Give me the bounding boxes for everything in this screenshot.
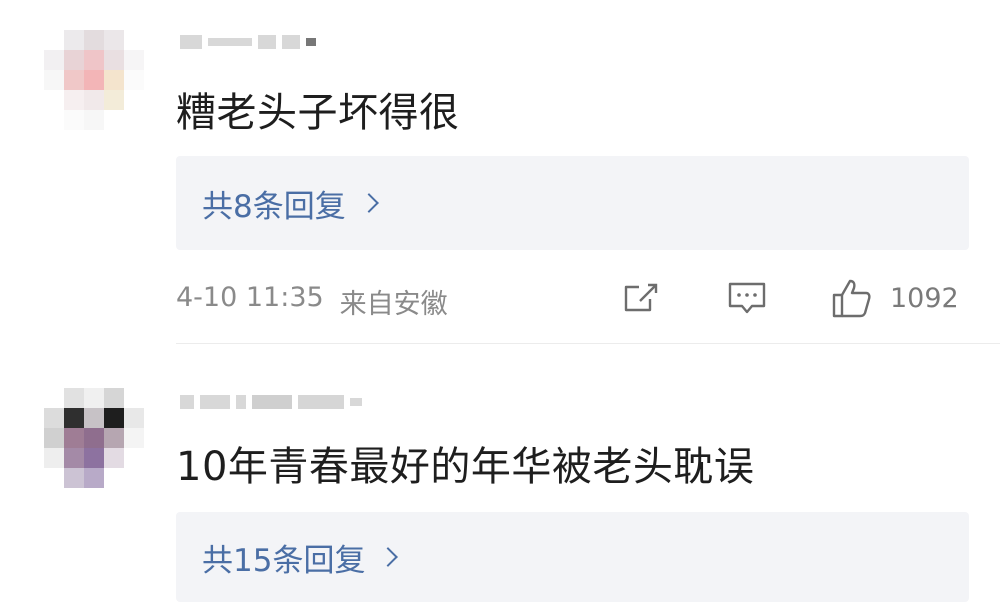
replies-panel[interactable]: 共15条回复 <box>176 512 969 602</box>
chevron-right-icon <box>378 547 399 567</box>
comment-text: 10年青春最好的年华被老头耽误 <box>176 444 755 490</box>
avatar[interactable] <box>44 388 144 488</box>
comment-item: 10年青春最好的年华被老头耽误 共15条回复 <box>0 0 1000 602</box>
username-blurred[interactable] <box>180 392 362 412</box>
replies-label: 共15条回复 <box>202 542 366 579</box>
view-replies-link[interactable]: 共15条回复 <box>202 535 399 580</box>
